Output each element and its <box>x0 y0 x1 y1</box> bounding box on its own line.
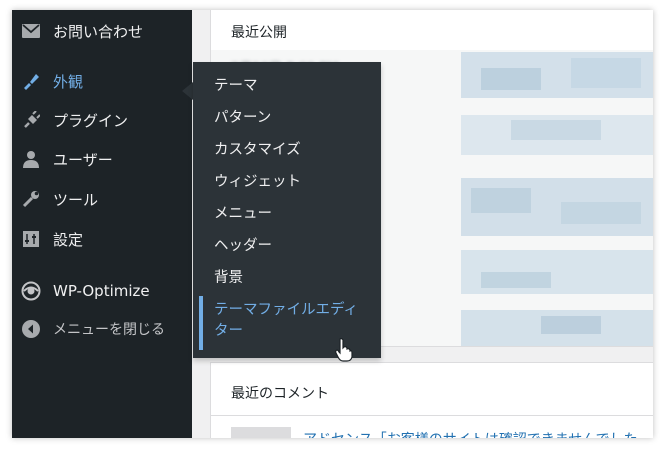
sidebar-item-settings[interactable]: 設定 <box>12 220 192 258</box>
wp-optimize-icon <box>21 281 41 301</box>
flyout-pointer <box>182 82 193 100</box>
submenu-item-background[interactable]: 背景 <box>214 268 243 289</box>
hand-pointer-cursor-icon <box>335 338 353 366</box>
sidebar-item-label: 設定 <box>53 230 84 249</box>
submenu-item-header[interactable]: ヘッダー <box>214 236 272 257</box>
sidebar-item-label: 外観 <box>53 72 84 91</box>
blurred-block <box>541 316 601 334</box>
user-icon <box>21 149 41 169</box>
blurred-block <box>511 120 601 140</box>
wrench-icon <box>21 189 41 209</box>
paintbrush-icon <box>21 71 41 91</box>
divider <box>211 415 653 416</box>
comment-link[interactable]: アドセンス「お客様のサイトは確認できませんでした <box>303 429 638 438</box>
sidebar-item-wp-optimize[interactable]: WP-Optimize <box>12 272 192 310</box>
sidebar-item-label: お問い合わせ <box>53 22 144 41</box>
current-item-indicator <box>199 296 203 350</box>
submenu-item-patterns[interactable]: パターン <box>214 108 271 129</box>
sidebar-item-label: WP-Optimize <box>53 282 150 300</box>
blurred-block <box>481 272 551 288</box>
sidebar-item-plugins[interactable]: プラグイン <box>12 101 192 139</box>
submenu-item-label-line1: テーマファイルエディ <box>214 302 358 318</box>
plug-icon <box>21 110 41 130</box>
blurred-block <box>481 68 541 90</box>
submenu-item-theme-file-editor[interactable]: テーマファイルエディ ター <box>214 300 358 342</box>
sidebar-item-tools[interactable]: ツール <box>12 180 192 218</box>
blurred-block <box>561 202 641 224</box>
submenu-item-customize[interactable]: カスタマイズ <box>214 140 301 161</box>
sidebar-item-users[interactable]: ユーザー <box>12 140 192 178</box>
sidebar-item-contact[interactable]: お問い合わせ <box>12 12 192 50</box>
blurred-block <box>471 188 531 213</box>
blurred-block <box>571 58 641 88</box>
sidebar-item-label: ツール <box>53 190 99 209</box>
envelope-icon <box>21 21 41 41</box>
sidebar-item-label: ユーザー <box>53 150 113 169</box>
wp-admin-window: お問い合わせ 外観 プラグイン ユーザー ツール 設定 WP-Optimize … <box>12 10 653 438</box>
recent-comments-widget: 最近のコメント アドセンス「お客様のサイトは確認できませんでした <box>210 362 653 438</box>
sliders-icon <box>21 229 41 249</box>
collapse-menu-button[interactable]: メニューを閉じる <box>12 310 192 348</box>
sidebar-item-label: メニューを閉じる <box>53 322 165 338</box>
submenu-item-widgets[interactable]: ウィジェット <box>214 172 301 193</box>
admin-sidebar: お問い合わせ 外観 プラグイン ユーザー ツール 設定 WP-Optimize … <box>12 10 192 438</box>
sidebar-item-label: プラグイン <box>53 111 129 130</box>
appearance-submenu: テーマ パターン カスタマイズ ウィジェット メニュー ヘッダー 背景 テーマフ… <box>193 62 381 358</box>
sidebar-item-appearance[interactable]: 外観 <box>12 62 192 100</box>
widget-title: 最近公開 <box>231 25 287 41</box>
collapse-arrow-icon <box>21 319 41 339</box>
avatar <box>231 427 291 438</box>
submenu-item-menus[interactable]: メニュー <box>214 204 272 225</box>
widget-title: 最近のコメント <box>231 386 329 402</box>
submenu-item-themes[interactable]: テーマ <box>214 76 258 97</box>
